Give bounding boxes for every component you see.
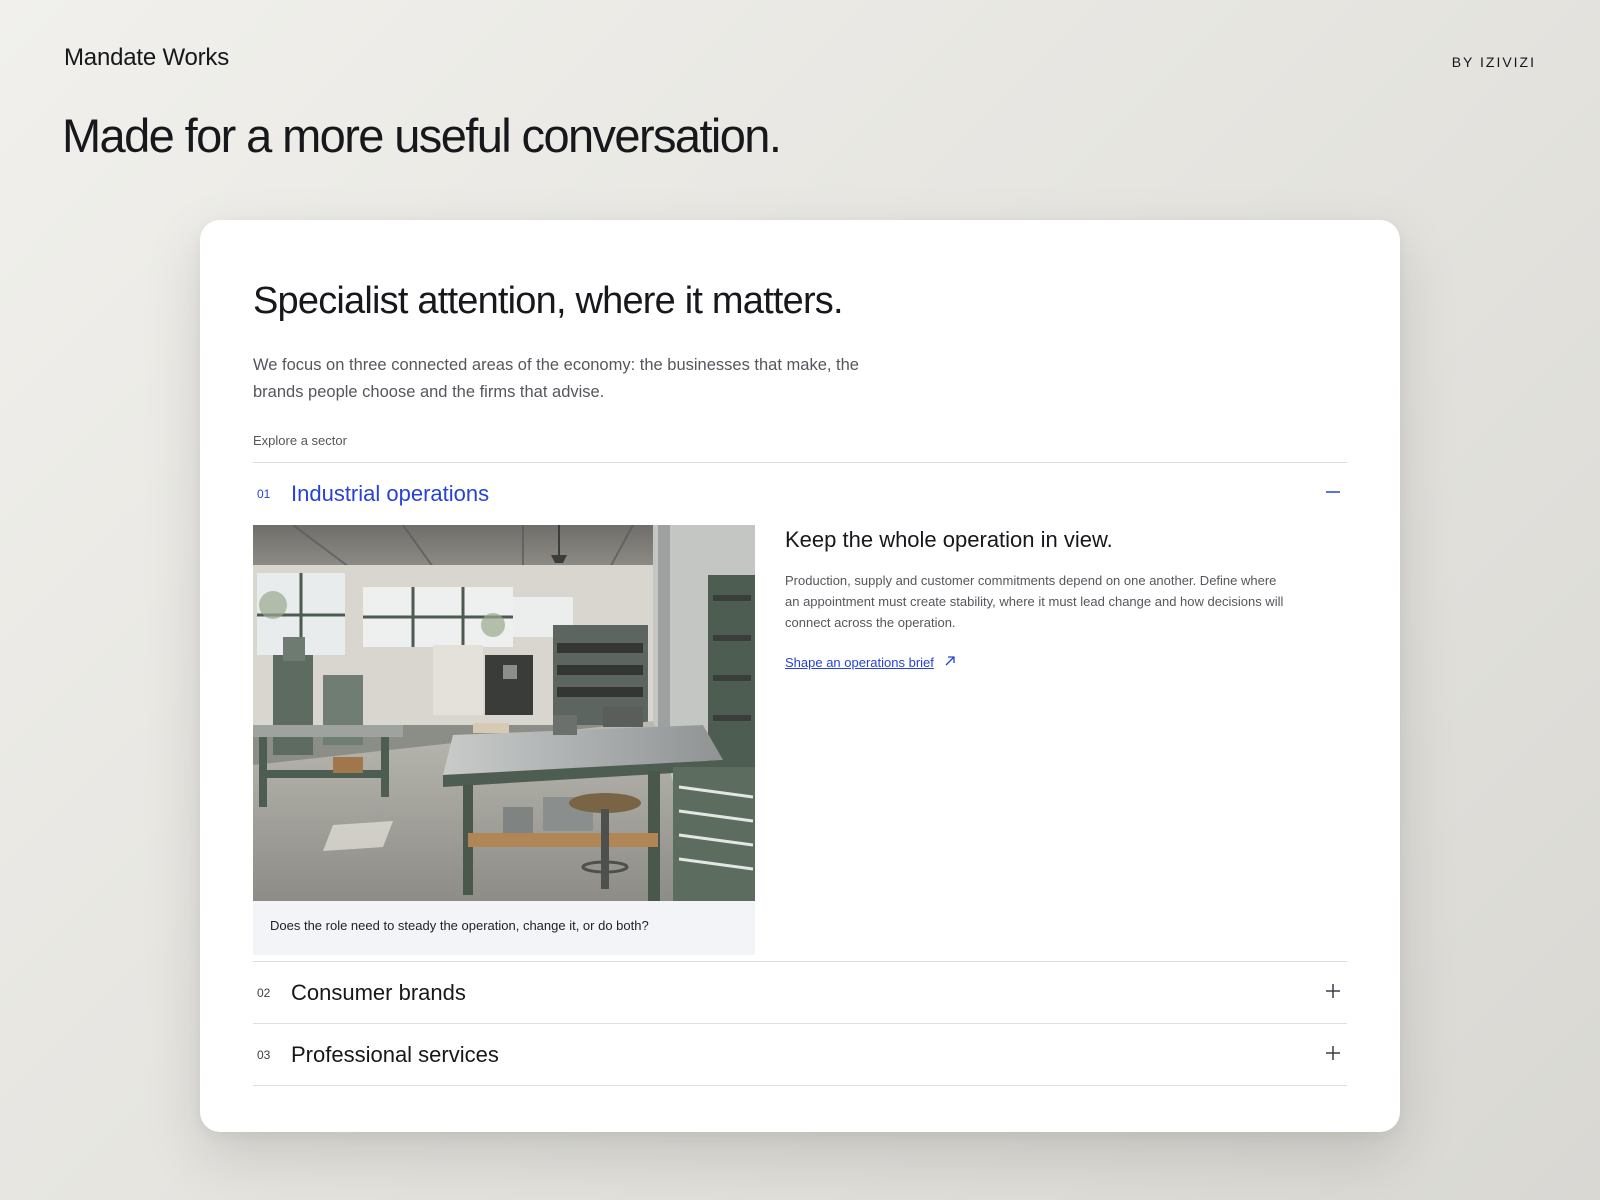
- arrow-up-right-icon: [944, 655, 956, 670]
- figure-caption: Does the role need to steady the operati…: [270, 918, 649, 933]
- accordion-header-consumer-brands[interactable]: 02 Consumer brands: [253, 962, 1347, 1023]
- link-label: Shape an operations brief: [785, 655, 934, 670]
- sector-title: Industrial operations: [291, 481, 490, 506]
- panel-text: Production, supply and customer commitme…: [785, 573, 1284, 630]
- operations-brief-link[interactable]: Shape an operations brief: [785, 655, 956, 670]
- workshop-photo: [253, 525, 755, 901]
- accordion-item-consumer-brands: 02 Consumer brands: [253, 962, 1347, 1024]
- sector-accordion: 01 Industrial operations Does the role n…: [253, 462, 1347, 1086]
- sector-card: Specialist attention, where it matters. …: [200, 220, 1400, 1132]
- accordion-header-industrial-operations[interactable]: 01 Industrial operations: [253, 463, 1347, 525]
- plus-icon[interactable]: [1325, 982, 1341, 1004]
- plus-icon[interactable]: [1325, 1044, 1341, 1066]
- accordion-item-industrial-operations: 01 Industrial operations Does the role n…: [253, 463, 1347, 962]
- byline: BY IZIVIZI: [1451, 54, 1536, 70]
- brand-logo[interactable]: Mandate Works: [64, 44, 229, 72]
- accordion-item-professional-services: 03 Professional services: [253, 1024, 1347, 1086]
- panel-title: Keep the whole operation in view.: [785, 527, 1113, 552]
- minus-icon[interactable]: [1325, 483, 1341, 505]
- accordion-header-professional-services[interactable]: 03 Professional services: [253, 1024, 1347, 1085]
- page-headline: Made for a more useful conversation.: [62, 109, 782, 162]
- sector-number: 02: [257, 985, 271, 1000]
- card-title: Specialist attention, where it matters.: [253, 280, 844, 322]
- sector-number: 03: [257, 1047, 271, 1062]
- sector-title: Consumer brands: [291, 979, 466, 1005]
- sector-figure: Does the role need to steady the operati…: [253, 525, 755, 955]
- sector-title: Professional services: [291, 1041, 499, 1067]
- accordion-panel-industrial-operations: Does the role need to steady the operati…: [253, 525, 1347, 961]
- sector-detail-panel: Keep the whole operation in view. Produc…: [785, 525, 1285, 672]
- sector-number: 01: [257, 487, 271, 501]
- explore-label: Explore a sector: [253, 433, 347, 448]
- card-intro: We focus on three connected areas of the…: [253, 356, 859, 401]
